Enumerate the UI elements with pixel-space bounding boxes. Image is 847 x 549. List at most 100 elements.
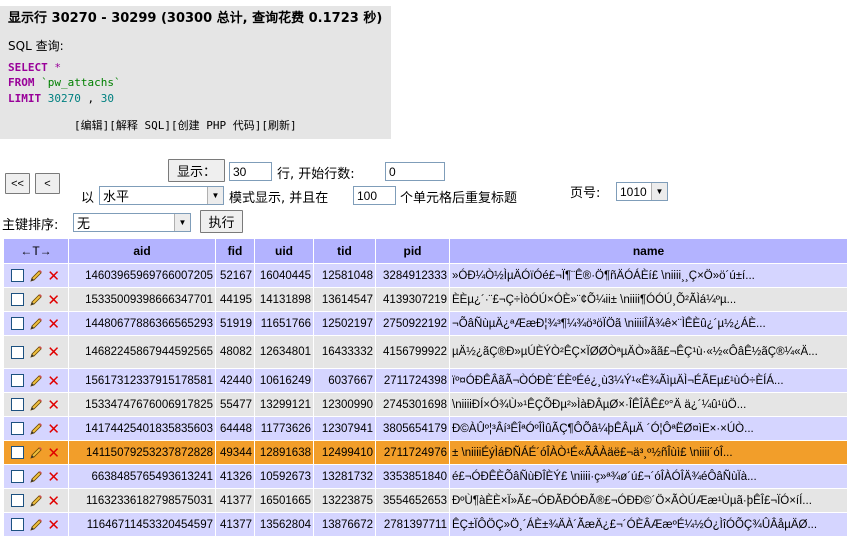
delete-x-icon[interactable]: ✕	[47, 343, 61, 361]
cell-tid[interactable]: 13223875	[313, 488, 376, 513]
cell-uid[interactable]: 12634801	[254, 335, 314, 369]
cell-uid[interactable]: 13562804	[254, 512, 314, 537]
row-checkbox[interactable]	[11, 269, 25, 282]
table-row[interactable]: ✕ 15335009398666347701 44195 14131898 136145…	[3, 287, 847, 312]
column-header-fid[interactable]: fid	[215, 238, 255, 264]
column-header-aid[interactable]: aid	[68, 238, 216, 264]
column-arrows-header[interactable]: ←T→	[3, 238, 69, 264]
table-row[interactable]: ✕ 11646711453320454597 41377 13562804 138766…	[3, 512, 847, 537]
cell-uid[interactable]: 14131898	[254, 287, 314, 312]
edit-pencil-icon[interactable]	[28, 469, 44, 485]
cell-aid[interactable]: 15335009398666347701	[68, 287, 216, 312]
cell-name[interactable]: ÐºÙ¶àÈÈ×Ï»Ã£¬ÓÐÃÐÓÐÃ®£¬ÓÐÐ©´Ö×ÃÒÚÆæ¹Ùµã·…	[449, 488, 847, 513]
execute-button[interactable]: 执行	[200, 210, 243, 233]
cell-name[interactable]: é£¬ÓÐÊÈÕâÑùÐÎÈÝ£ \niiii·ç»ª¾ø´ú£¬´óÎÀÓÎÄ…	[449, 464, 847, 489]
cell-name[interactable]: ïº¤ÓÐÊÂãÃ¬ÒÓÐÈ´ÉÈºÉé¿¸ù3¼Ý¹«Ë¾ÃìµÄÌ¬ÉÃEµ…	[449, 368, 847, 393]
edit-pencil-icon[interactable]	[28, 268, 44, 284]
row-checkbox[interactable]	[11, 398, 25, 411]
cell-fid[interactable]: 64448	[215, 416, 255, 441]
cell-fid[interactable]: 44195	[215, 287, 255, 312]
row-checkbox[interactable]	[11, 317, 25, 330]
table-row[interactable]: ✕ 14603965969766007205 52167 16040445 125810…	[3, 263, 847, 288]
delete-x-icon[interactable]: ✕	[47, 444, 61, 462]
column-header-name[interactable]: name	[449, 238, 847, 264]
cell-aid[interactable]: 15334747676006917825	[68, 392, 216, 417]
column-header-pid[interactable]: pid	[375, 238, 450, 264]
cell-pid[interactable]: 2745301698	[375, 392, 450, 417]
cell-aid[interactable]: 14174425401835835603	[68, 416, 216, 441]
cell-uid[interactable]: 11773626	[254, 416, 314, 441]
edit-pencil-icon[interactable]	[28, 373, 44, 389]
column-header-tid[interactable]: tid	[313, 238, 376, 264]
delete-x-icon[interactable]: ✕	[47, 372, 61, 390]
cell-pid[interactable]: 3284912333	[375, 263, 450, 288]
cell-tid[interactable]: 13876672	[313, 512, 376, 537]
cell-tid[interactable]: 12499410	[313, 440, 376, 465]
prev-page-button[interactable]: <	[35, 173, 60, 194]
cell-aid[interactable]: 14603965969766007205	[68, 263, 216, 288]
cell-fid[interactable]: 55477	[215, 392, 255, 417]
cell-pid[interactable]: 2781397711	[375, 512, 450, 537]
cell-name[interactable]: ¬ÕâÑùµÄ¿ªÆæÐ¦¾³¶¼¾ö³öÏÖã \niiiiÎÄ¾ê×¨ÌÊÈ…	[449, 311, 847, 336]
cell-name[interactable]: Ð©ÀÛº¦³Âí³ÊÎªÓºÎÌûÃÇ¶ÔÕâ¼þÊÂµÄ ´Ó¦ÔªËØ¤ì…	[449, 416, 847, 441]
cell-uid[interactable]: 10616249	[254, 368, 314, 393]
edit-pencil-icon[interactable]	[28, 344, 44, 360]
cell-tid[interactable]: 12502197	[313, 311, 376, 336]
display-mode-select[interactable]: 水平 ▼	[99, 186, 224, 205]
rows-count-input[interactable]: 30	[229, 162, 272, 181]
table-row[interactable]: ✕ 14682245867944592565 48082 12634801 164333…	[3, 335, 847, 369]
cell-tid[interactable]: 12307941	[313, 416, 376, 441]
first-page-button[interactable]: <<	[5, 173, 30, 194]
cell-fid[interactable]: 49344	[215, 440, 255, 465]
cell-tid[interactable]: 6037667	[313, 368, 376, 393]
delete-x-icon[interactable]: ✕	[47, 492, 61, 510]
page-number-select[interactable]: 1010 ▼	[616, 182, 668, 201]
edit-pencil-icon[interactable]	[28, 397, 44, 413]
cell-fid[interactable]: 51919	[215, 311, 255, 336]
show-rows-button[interactable]: 显示：	[168, 159, 225, 182]
table-row[interactable]: ✕ 6638485765493613241 41326 10592673 1328173…	[3, 464, 847, 489]
cell-name[interactable]: \niiiiÐÍ×Ó¾Ù»¹ÊÇÕÐµ²»ÌàÐÂµØ×·ÎÊÎÂÊ£º°Ä ä…	[449, 392, 847, 417]
cell-fid[interactable]: 48082	[215, 335, 255, 369]
cell-uid[interactable]: 13299121	[254, 392, 314, 417]
table-row[interactable]: ✕ 14115079253237872828 49344 12891638 124994…	[3, 440, 847, 465]
table-row[interactable]: ✕ 15334747676006917825 55477 13299121 123009…	[3, 392, 847, 417]
row-checkbox[interactable]	[11, 345, 25, 359]
table-row[interactable]: ✕ 14480677886366565293 51919 11651766 125021…	[3, 311, 847, 336]
cell-pid[interactable]: 4139307219	[375, 287, 450, 312]
cell-fid[interactable]: 41377	[215, 488, 255, 513]
edit-pencil-icon[interactable]	[28, 517, 44, 533]
cell-uid[interactable]: 16040445	[254, 263, 314, 288]
repeat-headers-input[interactable]: 100	[353, 186, 396, 205]
cell-uid[interactable]: 12891638	[254, 440, 314, 465]
cell-fid[interactable]: 41326	[215, 464, 255, 489]
cell-name[interactable]: ÈÈµ¿´·¨£¬Ç÷ÌòÓÚ×ÓÈ»¨¢Õ¼ii± \niiii¶ÓÓÚ¸Õ²…	[449, 287, 847, 312]
cell-tid[interactable]: 12581048	[313, 263, 376, 288]
cell-uid[interactable]: 10592673	[254, 464, 314, 489]
delete-x-icon[interactable]: ✕	[47, 315, 61, 333]
cell-name[interactable]: ± \niiiiÉýÌáÐÑÁÉ´óÎÀÒ¹É«ÃÂÀäë£¬ä³¸º½ñÎùì…	[449, 440, 847, 465]
row-checkbox[interactable]	[11, 374, 25, 387]
cell-uid[interactable]: 16501665	[254, 488, 314, 513]
cell-name[interactable]: »ÓÐ¼Ò½ÌµÄÓïÓé£¬Ï¶¨Ê®·Ö¶ñÄÓÁÈí£ \niiii¸¸Ç…	[449, 263, 847, 288]
cell-tid[interactable]: 13614547	[313, 287, 376, 312]
cell-name[interactable]: ÊÇ±ÏÔÖÇ»Ö¸´ÁÈ±¾ÄÀ´ÃæÄ¿£¬´ÓÈÂÆæºÉ¼½Ó¿ÌîÓÕ…	[449, 512, 847, 537]
start-row-input[interactable]: 0	[385, 162, 445, 181]
delete-x-icon[interactable]: ✕	[47, 420, 61, 438]
cell-pid[interactable]: 3805654179	[375, 416, 450, 441]
delete-x-icon[interactable]: ✕	[47, 291, 61, 309]
cell-aid[interactable]: 15617312337915178581	[68, 368, 216, 393]
cell-aid[interactable]: 11632336182798575031	[68, 488, 216, 513]
delete-x-icon[interactable]: ✕	[47, 468, 61, 486]
row-checkbox[interactable]	[11, 446, 25, 459]
cell-fid[interactable]: 42440	[215, 368, 255, 393]
sql-action-links[interactable]: [编辑][解释 SQL][创建 PHP 代码][刷新]	[74, 117, 297, 133]
table-row[interactable]: ✕ 11632336182798575031 41377 16501665 132238…	[3, 488, 847, 513]
delete-x-icon[interactable]: ✕	[47, 396, 61, 414]
delete-x-icon[interactable]: ✕	[47, 267, 61, 285]
cell-aid[interactable]: 14480677886366565293	[68, 311, 216, 336]
cell-aid[interactable]: 14682245867944592565	[68, 335, 216, 369]
edit-pencil-icon[interactable]	[28, 493, 44, 509]
cell-pid[interactable]: 4156799922	[375, 335, 450, 369]
cell-aid[interactable]: 11646711453320454597	[68, 512, 216, 537]
